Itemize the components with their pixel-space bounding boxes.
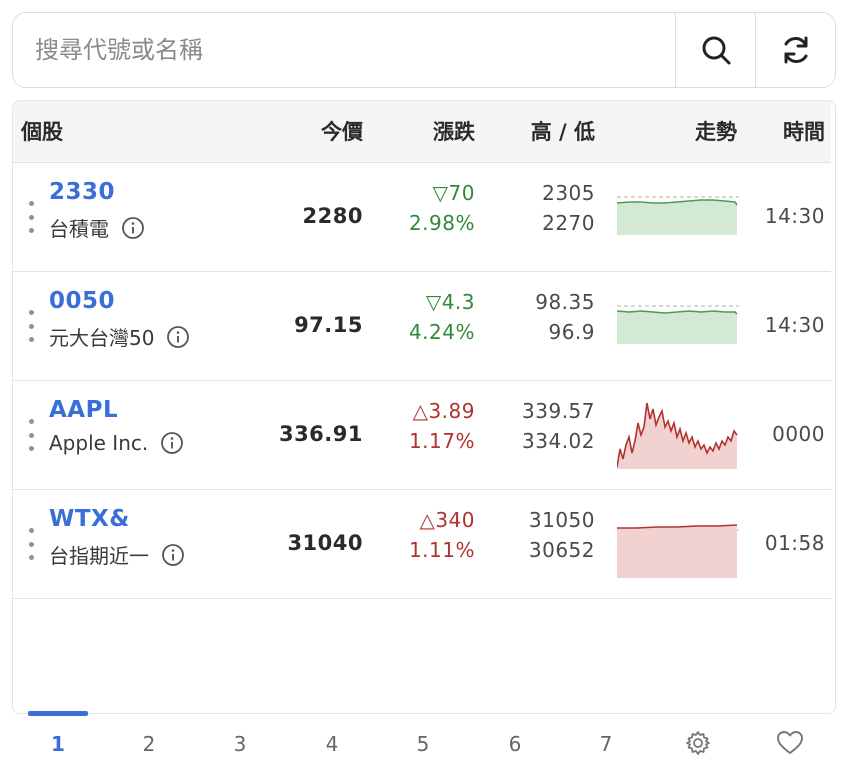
search-bar (12, 12, 836, 88)
table-row[interactable]: 0050 元大台灣50 97.15 ▽4.3 4.24% 98.35 96.9 … (13, 272, 831, 381)
stock-name-line: 台指期近一 (49, 540, 185, 569)
heart-icon (777, 731, 803, 754)
table-row[interactable]: WTX& 台指期近一 31040 △340 1.11% 31050 30652 … (13, 490, 831, 599)
drag-handle-icon[interactable] (27, 201, 35, 233)
stock-name-line: 元大台灣50 (49, 322, 190, 351)
price-change-percent: 1.11% (408, 538, 475, 562)
update-time: 01:58 (764, 531, 825, 555)
price-change-percent: 4.24% (408, 320, 475, 344)
drag-handle-icon[interactable] (27, 310, 35, 342)
update-time: 14:30 (764, 204, 825, 228)
info-icon[interactable] (161, 543, 185, 567)
price-change-percent: 1.17% (408, 429, 475, 453)
favorites-button[interactable] (760, 730, 820, 762)
table-header: 個股 今價 漲跌 高 / 低 走勢 時間 (13, 101, 831, 163)
header-time: 時間 (783, 120, 825, 144)
stock-code[interactable]: WTX& (49, 506, 130, 532)
stock-table: 個股 今價 漲跌 高 / 低 走勢 時間 2330 台積電 2280 ▽70 2… (12, 100, 836, 714)
current-price: 97.15 (294, 313, 363, 337)
header-change: 漲跌 (433, 120, 475, 144)
price-change: ▽4.3 (425, 290, 475, 314)
page-tab-3[interactable]: 3 (210, 720, 270, 762)
day-low: 96.9 (548, 320, 595, 344)
table-row[interactable]: AAPL Apple Inc. 336.91 △3.89 1.17% 339.5… (13, 381, 831, 490)
stock-code[interactable]: 2330 (49, 179, 115, 205)
drag-handle-icon[interactable] (27, 419, 35, 451)
day-low: 30652 (528, 538, 595, 562)
info-icon[interactable] (160, 431, 184, 455)
info-icon[interactable] (121, 216, 145, 240)
update-time: 14:30 (764, 313, 825, 337)
stock-code[interactable]: 0050 (49, 288, 115, 314)
page-tab-7[interactable]: 7 (576, 720, 636, 762)
trend-sparkline (617, 524, 739, 578)
drag-handle-icon[interactable] (27, 528, 35, 560)
price-change: ▽70 (432, 181, 475, 205)
page-tab-1[interactable]: 1 (28, 720, 88, 762)
search-icon (702, 36, 730, 65)
current-price: 31040 (287, 531, 363, 555)
table-row[interactable]: 2330 台積電 2280 ▽70 2.98% 2305 2270 14:30 (13, 163, 831, 272)
active-page-indicator (28, 711, 88, 716)
page-tabs: 1 2 3 4 5 6 7 (12, 720, 836, 762)
header-trend: 走勢 (695, 120, 737, 144)
search-input[interactable] (13, 13, 675, 87)
header-price: 今價 (321, 120, 363, 144)
price-change-percent: 2.98% (408, 211, 475, 235)
refresh-icon (784, 36, 807, 64)
page-tab-5[interactable]: 5 (393, 720, 453, 762)
info-icon[interactable] (166, 325, 190, 349)
trend-sparkline (617, 402, 738, 469)
gear-icon (686, 731, 710, 755)
day-high: 98.35 (535, 290, 595, 314)
price-change: △3.89 (412, 399, 475, 423)
trend-sparkline (617, 196, 739, 235)
current-price: 2280 (302, 204, 363, 228)
page-tab-2[interactable]: 2 (119, 720, 179, 762)
stock-name-line: 台積電 (49, 213, 145, 242)
day-high: 2305 (542, 181, 595, 205)
stock-name: 台積電 (49, 217, 109, 241)
header-high-low: 高 / 低 (530, 120, 595, 144)
search-button[interactable] (675, 13, 755, 87)
day-high: 31050 (528, 508, 595, 532)
refresh-button[interactable] (755, 13, 835, 87)
stock-name: 元大台灣50 (49, 326, 155, 350)
day-low: 334.02 (522, 429, 595, 453)
price-change: △340 (419, 508, 475, 532)
page-tab-6[interactable]: 6 (485, 720, 545, 762)
stock-name: 台指期近一 (49, 544, 149, 568)
day-high: 339.57 (522, 399, 595, 423)
stock-name: Apple Inc. (49, 431, 149, 455)
stock-name-line: Apple Inc. (49, 431, 184, 455)
header-stock: 個股 (21, 120, 63, 144)
stock-code[interactable]: AAPL (49, 397, 118, 423)
update-time: 0000 (772, 422, 825, 446)
day-low: 2270 (542, 211, 595, 235)
settings-button[interactable] (668, 730, 728, 762)
current-price: 336.91 (278, 422, 363, 446)
page-tab-4[interactable]: 4 (302, 720, 362, 762)
trend-sparkline (617, 305, 739, 344)
